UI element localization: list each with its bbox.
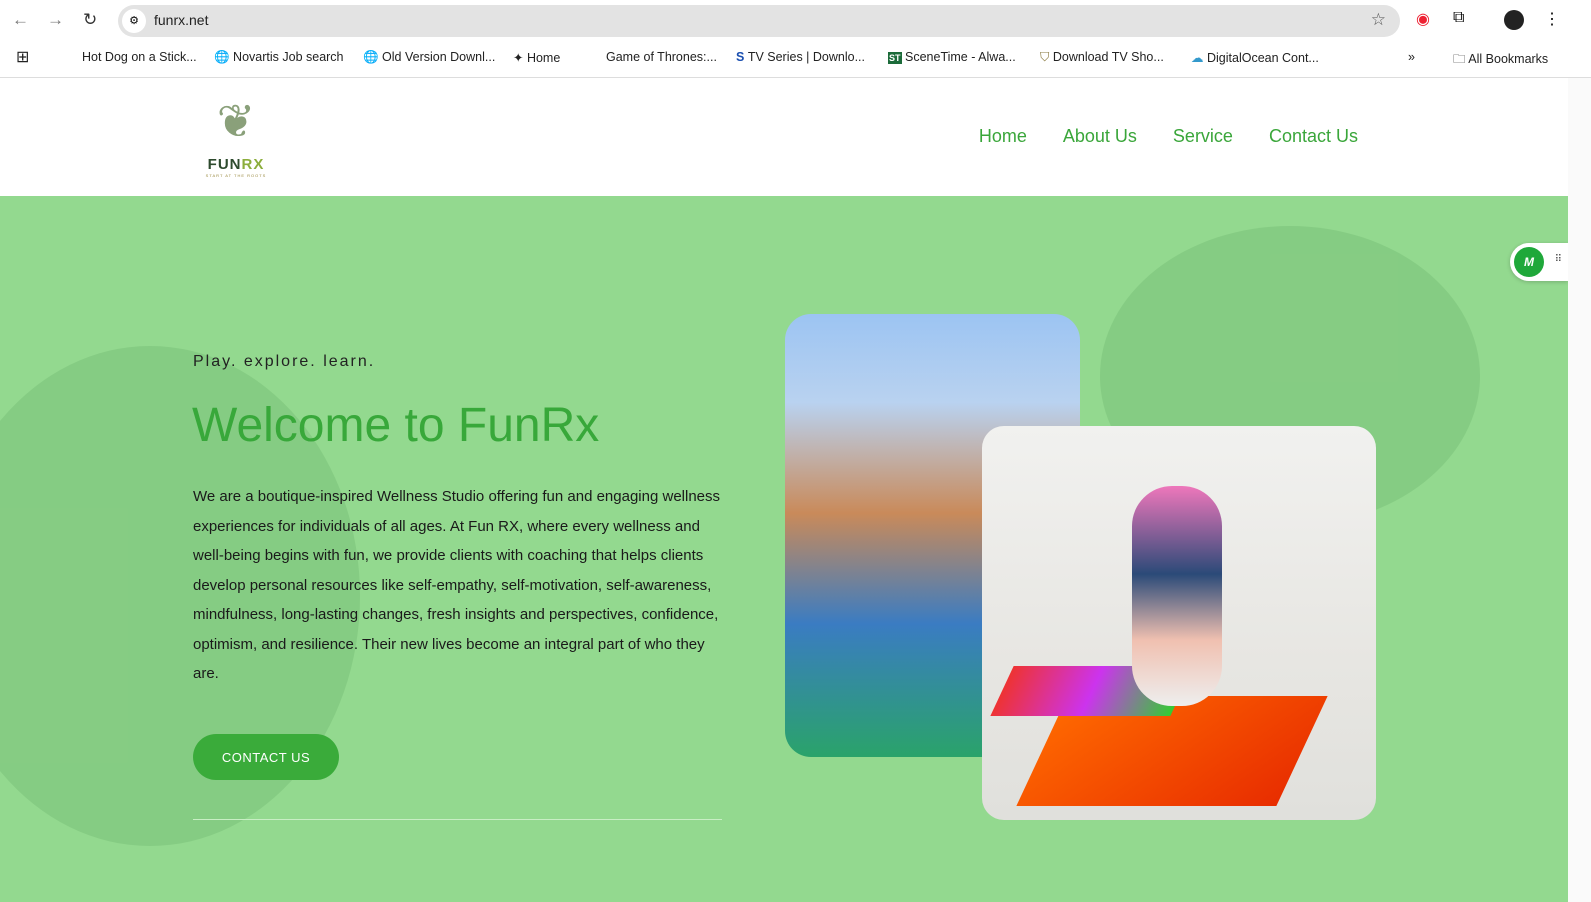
globe-icon: 🌐 <box>363 50 383 64</box>
contact-us-button[interactable]: CONTACT US <box>193 734 339 780</box>
bookmarks-bar: ⊞ Hot Dog on a Stick... 🌐 Novartis Job s… <box>0 44 1591 72</box>
browser-chrome: ← → ↻ ⚙ funrx.net ☆ ◉ ⧉ ⋮ ⊞ Hot Dog on a… <box>0 0 1591 78</box>
folder-icon: 🗀 <box>1453 52 1469 66</box>
hero-paragraph: We are a boutique-inspired Wellness Stud… <box>193 488 721 682</box>
child-figure <box>1132 486 1222 706</box>
more-bookmarks-icon[interactable]: » <box>1408 50 1415 64</box>
bookmark-label: Home <box>526 51 561 65</box>
s-icon: S <box>736 50 748 64</box>
cloud-icon: ☁ <box>1191 51 1207 65</box>
hero-section: Play. explore. learn. Welcome to FunRx W… <box>0 196 1568 902</box>
nav-home[interactable]: Home <box>979 126 1027 147</box>
bookmark-label: Old Version Downl... <box>382 50 496 64</box>
bookmark-label: Hot Dog on a Stick... <box>82 50 197 64</box>
bookmark-item[interactable]: Hot Dog on a Stick... <box>82 50 197 64</box>
hero-kicker: Play. explore. learn. <box>193 353 376 370</box>
nav-service[interactable]: Service <box>1173 126 1233 147</box>
extension-icon[interactable]: ◉ <box>1416 9 1430 29</box>
url-text[interactable]: funrx.net <box>154 12 208 28</box>
st-icon: ST <box>888 52 902 64</box>
bookmark-item[interactable]: 🌐 Novartis Job search <box>214 50 344 65</box>
back-icon[interactable]: ← <box>12 10 29 30</box>
bookmark-item[interactable]: 🌐 Old Version Downl... <box>363 50 495 65</box>
reload-icon[interactable]: ↻ <box>83 10 97 30</box>
bookmark-item[interactable]: S TV Series | Downlo... <box>736 50 865 64</box>
address-bar[interactable]: ⚙ funrx.net ☆ <box>118 5 1400 37</box>
scrollbar[interactable] <box>1568 78 1591 902</box>
shield-icon: ⛉ <box>1040 50 1053 64</box>
bookmark-item[interactable]: Game of Thrones:... <box>606 50 717 64</box>
bookmark-label: TV Series | Downlo... <box>747 50 865 64</box>
all-bookmarks[interactable]: 🗀 All Bookmarks <box>1453 50 1548 71</box>
bookmark-label: Novartis Job search <box>233 50 344 64</box>
hero-title: Welcome to FunRx <box>192 399 600 452</box>
logo[interactable]: ❦ FUNRX START AT THE ROOTS <box>198 86 274 192</box>
bookmark-item[interactable]: ⛉ Download TV Sho... <box>1040 50 1164 65</box>
bookmark-star-icon[interactable]: ☆ <box>1371 10 1386 30</box>
bookmark-label: DigitalOcean Cont... <box>1206 51 1319 65</box>
logo-name: FUNRX <box>207 156 265 173</box>
bookmark-item[interactable]: ☁ DigitalOcean Cont... <box>1191 50 1319 65</box>
nav-about-us[interactable]: About Us <box>1063 126 1137 147</box>
drag-handle-icon[interactable]: ⠿ <box>1555 254 1562 265</box>
profile-avatar[interactable] <box>1504 10 1524 30</box>
apps-grid-icon[interactable]: ⊞ <box>16 47 29 67</box>
extensions-puzzle-icon[interactable]: ⧉ <box>1453 9 1464 27</box>
widget-icon: M <box>1514 247 1544 277</box>
bookmark-item[interactable]: ✦ Home <box>513 50 560 65</box>
accessibility-widget[interactable]: M ⠿ <box>1510 243 1568 281</box>
main-nav: Home About Us Service Contact Us <box>979 126 1358 147</box>
menu-icon[interactable]: ⋮ <box>1544 9 1560 29</box>
forward-icon[interactable]: → <box>47 10 64 30</box>
child-jumping-image <box>982 426 1376 820</box>
globe-icon: 🌐 <box>214 50 234 64</box>
leaf-logo-icon: ❦ <box>216 95 256 147</box>
logo-tagline: START AT THE ROOTS <box>205 173 267 178</box>
all-bookmarks-label: All Bookmarks <box>1468 52 1549 66</box>
site-header: ❦ FUNRX START AT THE ROOTS Home About Us… <box>0 78 1568 196</box>
nav-contact-us[interactable]: Contact Us <box>1269 126 1358 147</box>
divider <box>193 819 722 820</box>
site-icon: ✦ <box>513 51 527 65</box>
website: ❦ FUNRX START AT THE ROOTS Home About Us… <box>0 78 1568 902</box>
bookmark-label: Download TV Sho... <box>1052 50 1164 64</box>
bookmark-label: SceneTime - Alwa... <box>905 50 1016 64</box>
site-settings-icon[interactable]: ⚙ <box>122 9 146 33</box>
bookmark-label: Game of Thrones:... <box>606 50 717 64</box>
bookmark-item[interactable]: ST SceneTime - Alwa... <box>888 50 1016 64</box>
